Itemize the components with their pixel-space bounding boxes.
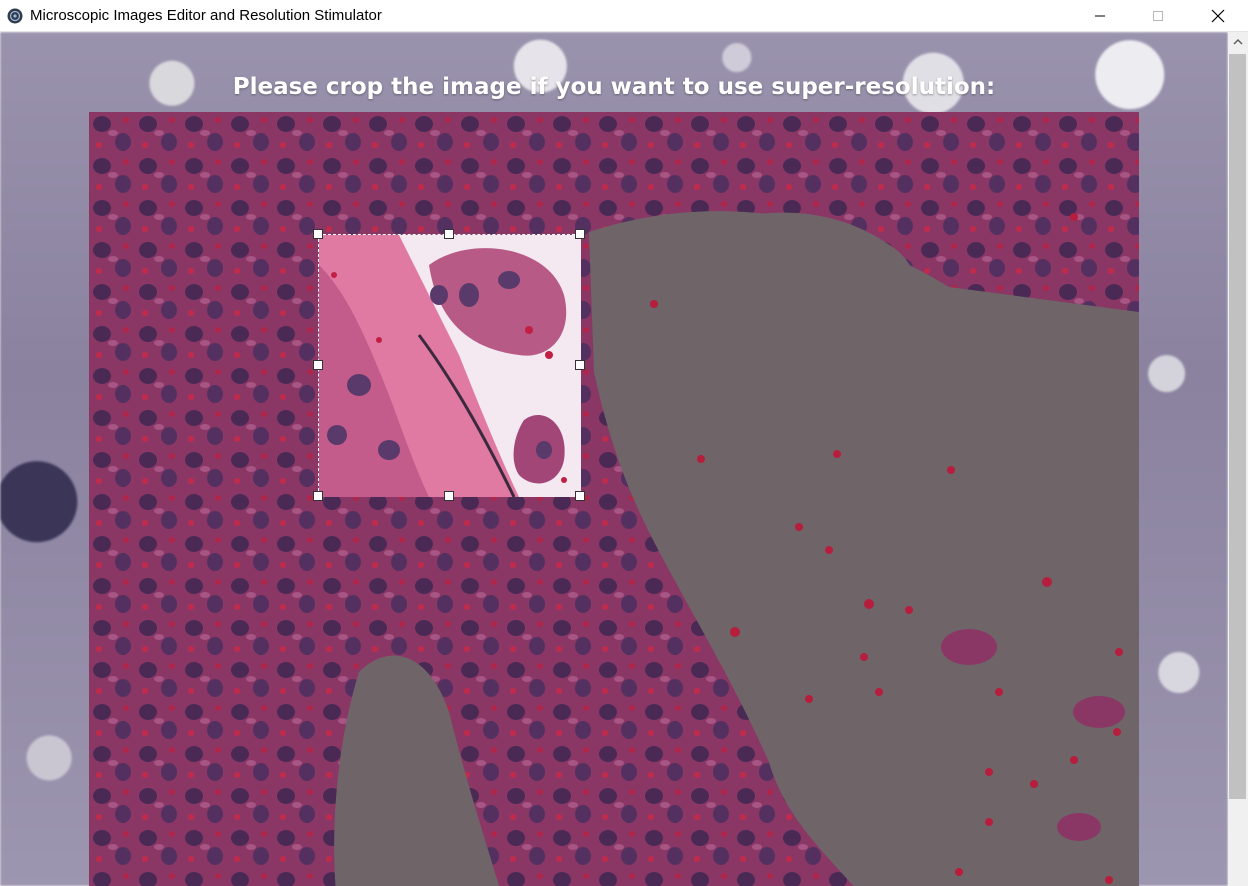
close-icon (1211, 9, 1224, 23)
minimize-icon (1095, 15, 1105, 17)
crop-selection[interactable] (318, 234, 581, 497)
main-content: Please crop the image if you want to use… (0, 32, 1228, 886)
scroll-up-arrow-icon (1233, 38, 1243, 45)
crop-handle-bottom-middle[interactable] (444, 491, 454, 501)
crop-handle-middle-left[interactable] (313, 360, 323, 370)
maximize-button[interactable] (1129, 0, 1187, 32)
crop-handle-top-left[interactable] (313, 229, 323, 239)
close-button[interactable] (1187, 0, 1248, 32)
vertical-scrollbar[interactable] (1228, 32, 1248, 886)
scrollbar-thumb[interactable] (1229, 54, 1246, 799)
crop-preview-image (319, 235, 581, 497)
crop-instruction-heading: Please crop the image if you want to use… (232, 74, 996, 100)
microscopy-image-canvas[interactable] (89, 112, 1139, 886)
microscopy-image (89, 112, 1139, 886)
crop-handle-top-middle[interactable] (444, 229, 454, 239)
maximize-icon (1153, 11, 1163, 21)
window-title: Microscopic Images Editor and Resolution… (30, 7, 382, 24)
app-logo-icon (7, 8, 23, 24)
minimize-button[interactable] (1071, 0, 1129, 32)
crop-handle-bottom-right[interactable] (575, 491, 585, 501)
crop-handle-top-right[interactable] (575, 229, 585, 239)
title-bar[interactable]: Microscopic Images Editor and Resolution… (0, 0, 1248, 32)
crop-handle-bottom-left[interactable] (313, 491, 323, 501)
scroll-up-button[interactable] (1228, 32, 1248, 52)
crop-handle-middle-right[interactable] (575, 360, 585, 370)
